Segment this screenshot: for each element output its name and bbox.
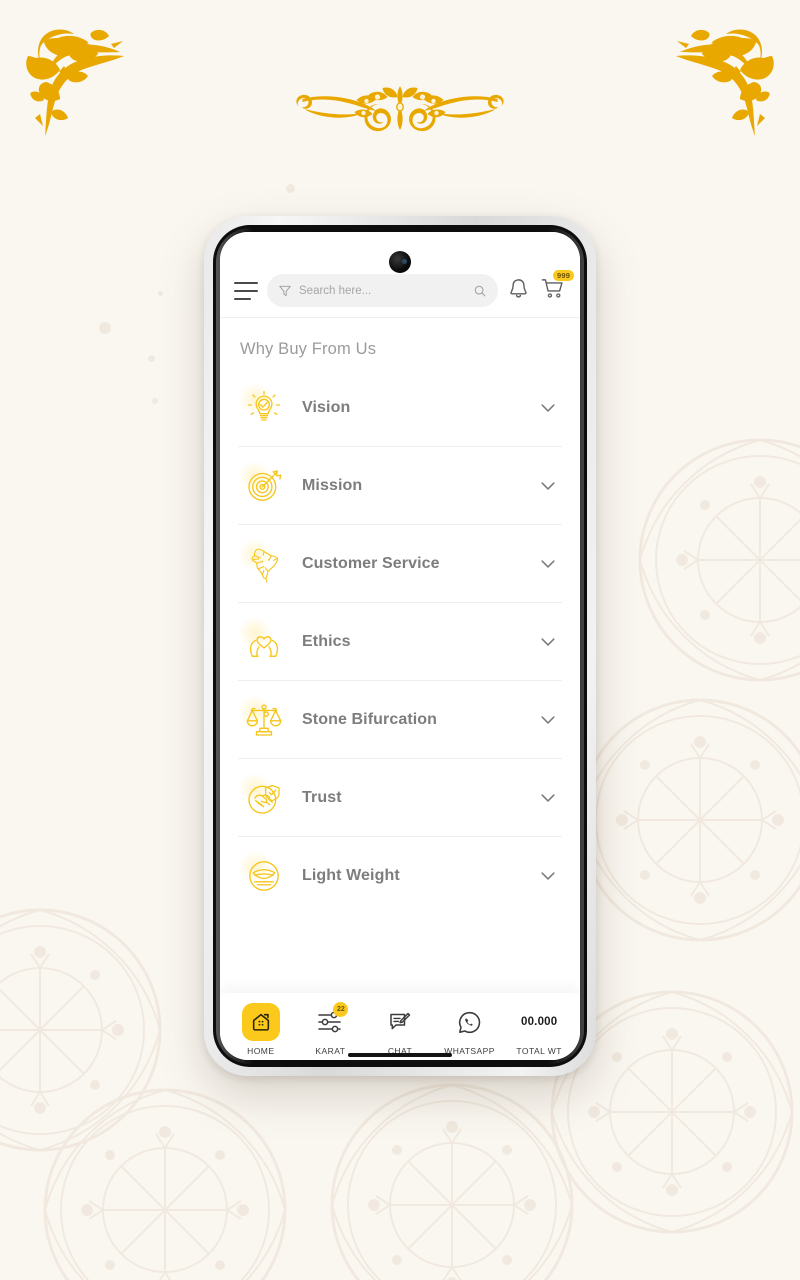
nav-label-home: HOME xyxy=(247,1046,275,1056)
lightbulb-check-icon xyxy=(238,381,288,432)
notification-button[interactable] xyxy=(507,277,530,305)
speck-5 xyxy=(148,355,155,362)
app-header: 999 xyxy=(220,232,580,318)
cart-badge: 999 xyxy=(553,269,575,281)
nav-item-home[interactable]: HOME xyxy=(230,1003,292,1056)
nav-item-karat[interactable]: 22 KARAT xyxy=(299,1002,361,1056)
chevron-down-icon[interactable] xyxy=(538,710,558,730)
accordion-item-ethics[interactable]: Ethics xyxy=(238,603,562,681)
target-dart-icon xyxy=(238,459,288,510)
nav-glyph-total-weight: 00.000 xyxy=(521,1005,557,1039)
nav-glyph-whatsapp xyxy=(457,1005,482,1039)
home-active-tile xyxy=(241,1003,280,1041)
accordion-item-customer-service[interactable]: Customer Service xyxy=(238,525,562,603)
accordion-label: Stone Bifurcation xyxy=(302,710,438,728)
speck-3 xyxy=(158,291,163,296)
gesture-bar xyxy=(348,1053,452,1057)
accordion-label: Ethics xyxy=(302,632,351,650)
handshake-shield-icon xyxy=(238,771,288,822)
speck-1 xyxy=(286,184,295,193)
chat-pencil-icon xyxy=(390,1012,411,1030)
nav-label-karat: KARAT xyxy=(315,1046,346,1056)
chevron-down-icon[interactable] xyxy=(538,554,558,574)
accordion-item-trust[interactable]: Trust xyxy=(238,759,562,837)
chevron-down-icon[interactable] xyxy=(538,866,558,886)
search-bar[interactable] xyxy=(267,274,498,307)
accordion-item-light-weight[interactable]: Light Weight xyxy=(238,837,562,915)
nav-item-total-weight[interactable]: 00.000 TOTAL WT xyxy=(508,1005,570,1056)
search-icon[interactable] xyxy=(473,284,487,298)
phone-screen: 999 Why Buy From Us xyxy=(220,232,580,1060)
speck-6 xyxy=(152,398,158,404)
accordion-label: Light Weight xyxy=(302,867,400,884)
chevron-down-icon[interactable] xyxy=(538,398,558,418)
karat-badge: 22 xyxy=(333,1002,349,1017)
accordion-item-vision[interactable]: Vision xyxy=(238,369,562,447)
cart-button[interactable]: 999 xyxy=(541,269,575,305)
india-map-icon xyxy=(238,537,288,588)
page-title: Why Buy From Us xyxy=(240,340,377,358)
accordion-label: Vision xyxy=(302,398,351,416)
nav-item-whatsapp[interactable]: WHATSAPP xyxy=(439,1005,501,1056)
nav-item-chat[interactable]: CHAT xyxy=(369,1005,431,1056)
nav-glyph-home xyxy=(241,1003,280,1041)
nav-glyph-karat: 22 xyxy=(316,1002,349,1039)
bottom-navigation: HOME 22 KARAT CHAT WHATSAPP 00.000 TOTAL… xyxy=(220,993,580,1060)
accordion-item-stone-bifurcation[interactable]: Stone Bifurcation xyxy=(238,681,562,759)
hands-heart-icon xyxy=(238,615,288,666)
corner-ornament-top-right xyxy=(676,29,774,136)
phone-mockup: 999 Why Buy From Us xyxy=(204,216,596,1076)
accordion-label: Customer Service xyxy=(302,554,440,572)
nav-label-total-weight: TOTAL WT xyxy=(516,1046,562,1056)
accordion-label: Trust xyxy=(302,788,342,806)
whatsapp-icon xyxy=(459,1011,481,1033)
accordion-item-mission[interactable]: Mission xyxy=(238,447,562,525)
filter-funnel-icon[interactable] xyxy=(278,284,292,298)
feather-weight-icon xyxy=(238,850,288,900)
search-input[interactable] xyxy=(299,284,466,297)
bell-icon[interactable] xyxy=(507,277,530,300)
chevron-down-icon[interactable] xyxy=(538,632,558,652)
punch-hole-camera-icon xyxy=(389,251,411,273)
hamburger-menu-icon[interactable] xyxy=(234,281,258,300)
accordion-label: Mission xyxy=(302,476,363,494)
nav-glyph-chat xyxy=(387,1005,412,1039)
content-area: Why Buy From Us Vision Mission Customer … xyxy=(220,318,580,993)
chevron-down-icon[interactable] xyxy=(538,788,558,808)
chevron-down-icon[interactable] xyxy=(538,476,558,496)
speck-4 xyxy=(99,322,111,334)
corner-ornament-top-left xyxy=(26,29,124,136)
floral-divider-ornament xyxy=(296,86,504,132)
total-weight-value: 00.000 xyxy=(520,1016,558,1028)
house-icon xyxy=(252,1013,269,1031)
balance-scale-icon xyxy=(238,693,288,744)
